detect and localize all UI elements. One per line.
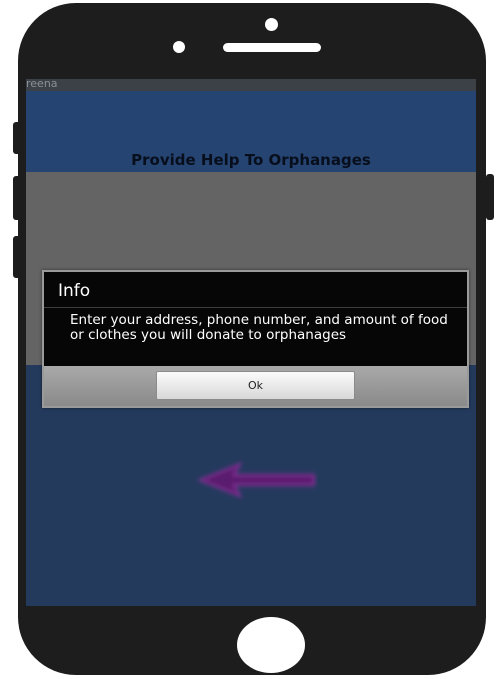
info-dialog: Info Enter your address, phone number, a… bbox=[42, 270, 469, 408]
dialog-title: Info bbox=[58, 281, 91, 301]
app-name: reena bbox=[26, 79, 58, 90]
dialog-header: Info bbox=[44, 272, 467, 308]
dialog-message: Enter your address, phone number, and am… bbox=[70, 312, 448, 343]
power-button bbox=[486, 174, 494, 220]
status-bar: reena bbox=[26, 79, 476, 91]
speaker-grille bbox=[223, 43, 321, 52]
dialog-body: Enter your address, phone number, and am… bbox=[44, 308, 467, 366]
page-title: Provide Help To Orphanages bbox=[131, 151, 371, 169]
camera-icon bbox=[265, 18, 278, 31]
ok-button[interactable]: Ok bbox=[156, 371, 355, 400]
front-sensor-icon bbox=[173, 41, 185, 53]
dialog-footer: Ok bbox=[44, 366, 467, 406]
home-button[interactable] bbox=[237, 617, 305, 673]
left-arrow-icon[interactable] bbox=[194, 459, 318, 501]
